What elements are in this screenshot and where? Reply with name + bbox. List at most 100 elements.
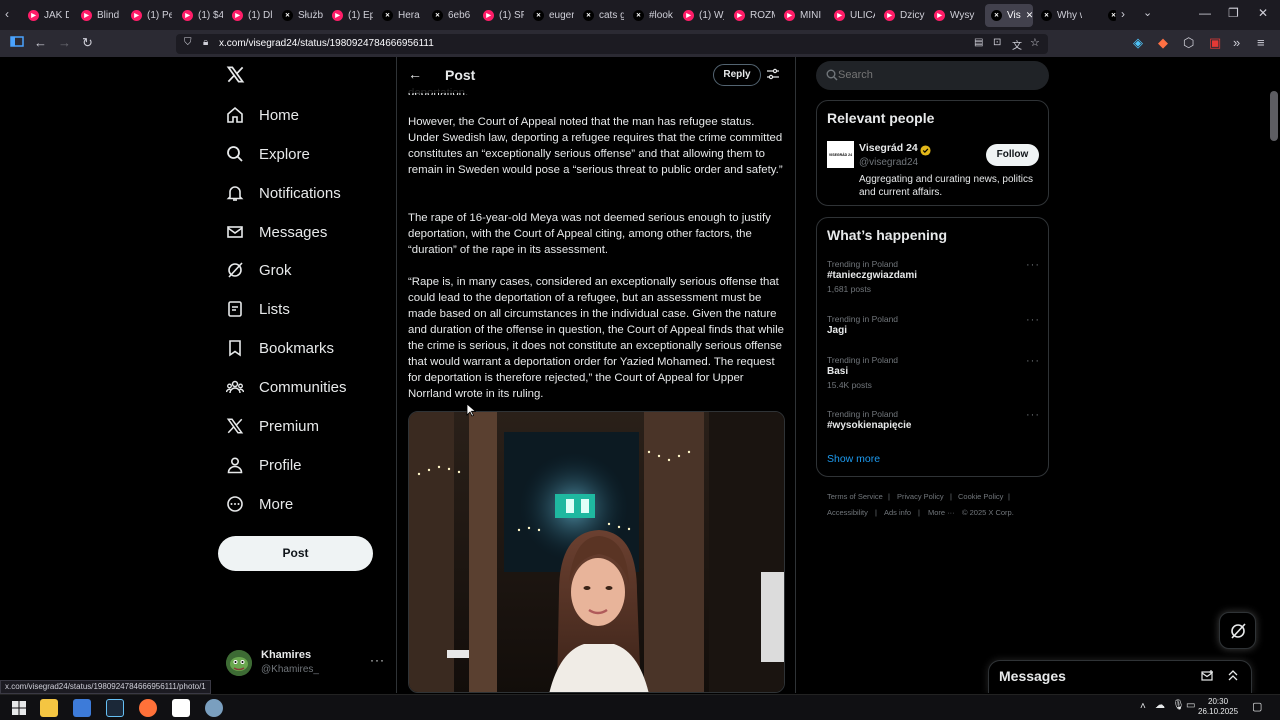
browser-tab[interactable]: ✕ euger [527, 4, 574, 27]
extension-shield-icon[interactable]: ◈ [1133, 35, 1143, 51]
trend-item[interactable]: Trending in Poland #tanieczgwiazdami 1,681… [827, 259, 1040, 294]
new-message-icon[interactable] [1201, 669, 1214, 687]
onedrive-icon[interactable]: ☁ [1155, 700, 1165, 711]
search-bar[interactable] [816, 61, 1049, 90]
taskbar-app-icon[interactable] [73, 699, 91, 717]
browser-tab[interactable]: ▶ Blind [75, 4, 122, 27]
avatar[interactable] [226, 650, 252, 676]
translate-icon[interactable]: 文 [1012, 37, 1022, 52]
accessibility-link[interactable]: Accessibility [827, 508, 868, 517]
browser-tab[interactable]: ▶ Dzicy [878, 4, 925, 27]
page-scrollbar[interactable] [1268, 57, 1280, 693]
screenshot-icon[interactable]: ⊡ [993, 37, 1001, 48]
nav-item-grok[interactable]: Grok [226, 257, 292, 283]
firefox-icon[interactable] [139, 699, 157, 717]
minimize-icon[interactable]: — [1199, 6, 1211, 20]
steam-icon[interactable] [106, 699, 124, 717]
account-more-icon[interactable]: ··· [370, 653, 385, 667]
person-name[interactable]: Visegrád 24 [859, 142, 918, 154]
app-menu-icon[interactable]: ≡ [1257, 35, 1265, 50]
nav-item-notifications[interactable]: Notifications [226, 180, 341, 206]
cookie-link[interactable]: Cookie Policy [958, 492, 1003, 501]
microphone-icon[interactable]: 🎙︎ [1172, 700, 1185, 711]
nav-item-more[interactable]: More [226, 491, 293, 517]
nav-item-premium[interactable]: Premium [226, 413, 319, 439]
browser-tab[interactable]: ▶ ULICA [828, 4, 875, 27]
browser-tab[interactable]: ▶ (1) Dl [226, 4, 273, 27]
extension-fox-icon[interactable]: ◆ [1158, 35, 1168, 51]
nav-item-communities[interactable]: Communities [226, 374, 347, 400]
more-link[interactable]: More ··· [928, 508, 955, 517]
visegrad-avatar[interactable]: VISEGRÁD 24 [827, 141, 854, 168]
expand-drawer-icon[interactable] [1227, 668, 1239, 686]
bookmark-star-icon[interactable]: ☆ [1030, 36, 1040, 49]
url-bar[interactable]: ⛉ 🔒︎ x.com/visegrad24/status/19809247846… [176, 34, 1048, 54]
privacy-link[interactable]: Privacy Policy [897, 492, 944, 501]
file-explorer-icon[interactable] [40, 699, 58, 717]
nav-item-explore[interactable]: Explore [226, 141, 310, 167]
browser-tab[interactable]: ▶ JAK D [22, 4, 69, 27]
nav-item-home[interactable]: Home [226, 102, 299, 128]
browser-tab[interactable]: ▶ (1) SP [477, 4, 524, 27]
notifications-tray-icon[interactable]: ▢ [1252, 700, 1262, 713]
messages-drawer[interactable]: Messages [988, 660, 1252, 693]
nav-item-profile[interactable]: Profile [226, 452, 302, 478]
extension-badge-icon[interactable]: ▣ [1209, 35, 1221, 51]
trend-item[interactable]: Trending in Poland #wysokienapięcie ··· [827, 409, 1040, 431]
reload-icon[interactable]: ↻ [82, 35, 93, 51]
nav-item-lists[interactable]: Lists [226, 296, 290, 322]
browser-tab[interactable]: ▶ (1) Ep [326, 4, 373, 27]
search-input[interactable] [838, 66, 1038, 84]
show-more-link[interactable]: Show more [827, 453, 880, 465]
trend-more-icon[interactable]: ··· [1026, 259, 1040, 271]
browser-tab[interactable]: ▶ (1) Pe [125, 4, 172, 27]
browser-tab[interactable]: ▶ ROZM [728, 4, 775, 27]
scrollbar-thumb[interactable] [1270, 91, 1278, 141]
terms-link[interactable]: Terms of Service [827, 492, 883, 501]
filter-icon[interactable] [767, 67, 779, 85]
trend-more-icon[interactable]: ··· [1026, 409, 1040, 421]
browser-tab[interactable]: ✕ Hera [376, 4, 423, 27]
back-arrow-icon[interactable]: ← [408, 66, 422, 82]
sidebar-toggle-icon[interactable] [10, 35, 24, 50]
follow-button[interactable]: Follow [986, 144, 1039, 166]
url-text[interactable]: x.com/visegrad24/status/1980924784666956… [219, 38, 434, 49]
grok-button[interactable] [1219, 612, 1256, 649]
ads-info-link[interactable]: Ads info [884, 508, 911, 517]
tab-close-icon[interactable]: ✕ [1026, 10, 1033, 21]
overflow-chevron-icon[interactable]: » [1233, 35, 1240, 50]
browser-tab[interactable]: ✕ Vis ✕ [985, 4, 1033, 27]
back-icon[interactable]: ← [34, 35, 47, 50]
lock-icon[interactable]: 🔒︎ [203, 37, 208, 48]
browser-tab[interactable]: ✕ Służb [276, 4, 323, 27]
trend-more-icon[interactable]: ··· [1026, 314, 1040, 326]
browser-tab[interactable]: ✕ [1102, 4, 1116, 27]
browser-tab[interactable]: ✕ Why w [1035, 4, 1082, 27]
nav-item-bookmarks[interactable]: Bookmarks [226, 335, 334, 361]
browser-tab[interactable]: ▶ MINI [778, 4, 825, 27]
tabs-scroll-left-icon[interactable]: ‹ [5, 7, 9, 21]
post-button[interactable]: Post [218, 536, 373, 571]
windows-start-icon[interactable] [12, 701, 26, 720]
tabs-scroll-right-icon[interactable]: › [1121, 7, 1125, 21]
shield-icon[interactable]: ⛉ [184, 37, 192, 48]
browser-tab[interactable]: ✕ cats g [577, 4, 624, 27]
tab-list-chevron-icon[interactable]: ⌄ [1143, 6, 1152, 19]
window-close-icon[interactable]: ✕ [1258, 6, 1268, 20]
forward-icon[interactable]: → [58, 35, 71, 50]
trend-item[interactable]: Trending in Poland Basi 15.4K posts ··· [827, 355, 1040, 390]
taskbar-clock[interactable]: 20:30 26.10.2025 [1198, 697, 1238, 717]
browser-tab[interactable]: ✕ 6eb6 [426, 4, 473, 27]
browser-tab[interactable]: ▶ (1) Wj [677, 4, 724, 27]
browser-tab[interactable]: ▶ (1) $4 [176, 4, 223, 27]
nav-item-messages[interactable]: Messages [226, 219, 327, 245]
maximize-icon[interactable]: ❐ [1228, 6, 1239, 20]
network-icon[interactable]: ▭ [1186, 700, 1195, 711]
extensions-icon[interactable]: ⬡ [1183, 35, 1194, 51]
x-logo-icon[interactable] [226, 65, 245, 89]
browser-tab[interactable]: ✕ #look [627, 4, 674, 27]
tray-chevron-icon[interactable]: ˄ [1140, 701, 1146, 712]
taskbar-app-icon[interactable] [205, 699, 223, 717]
post-photo[interactable] [408, 411, 785, 693]
reply-button[interactable]: Reply [713, 64, 761, 86]
